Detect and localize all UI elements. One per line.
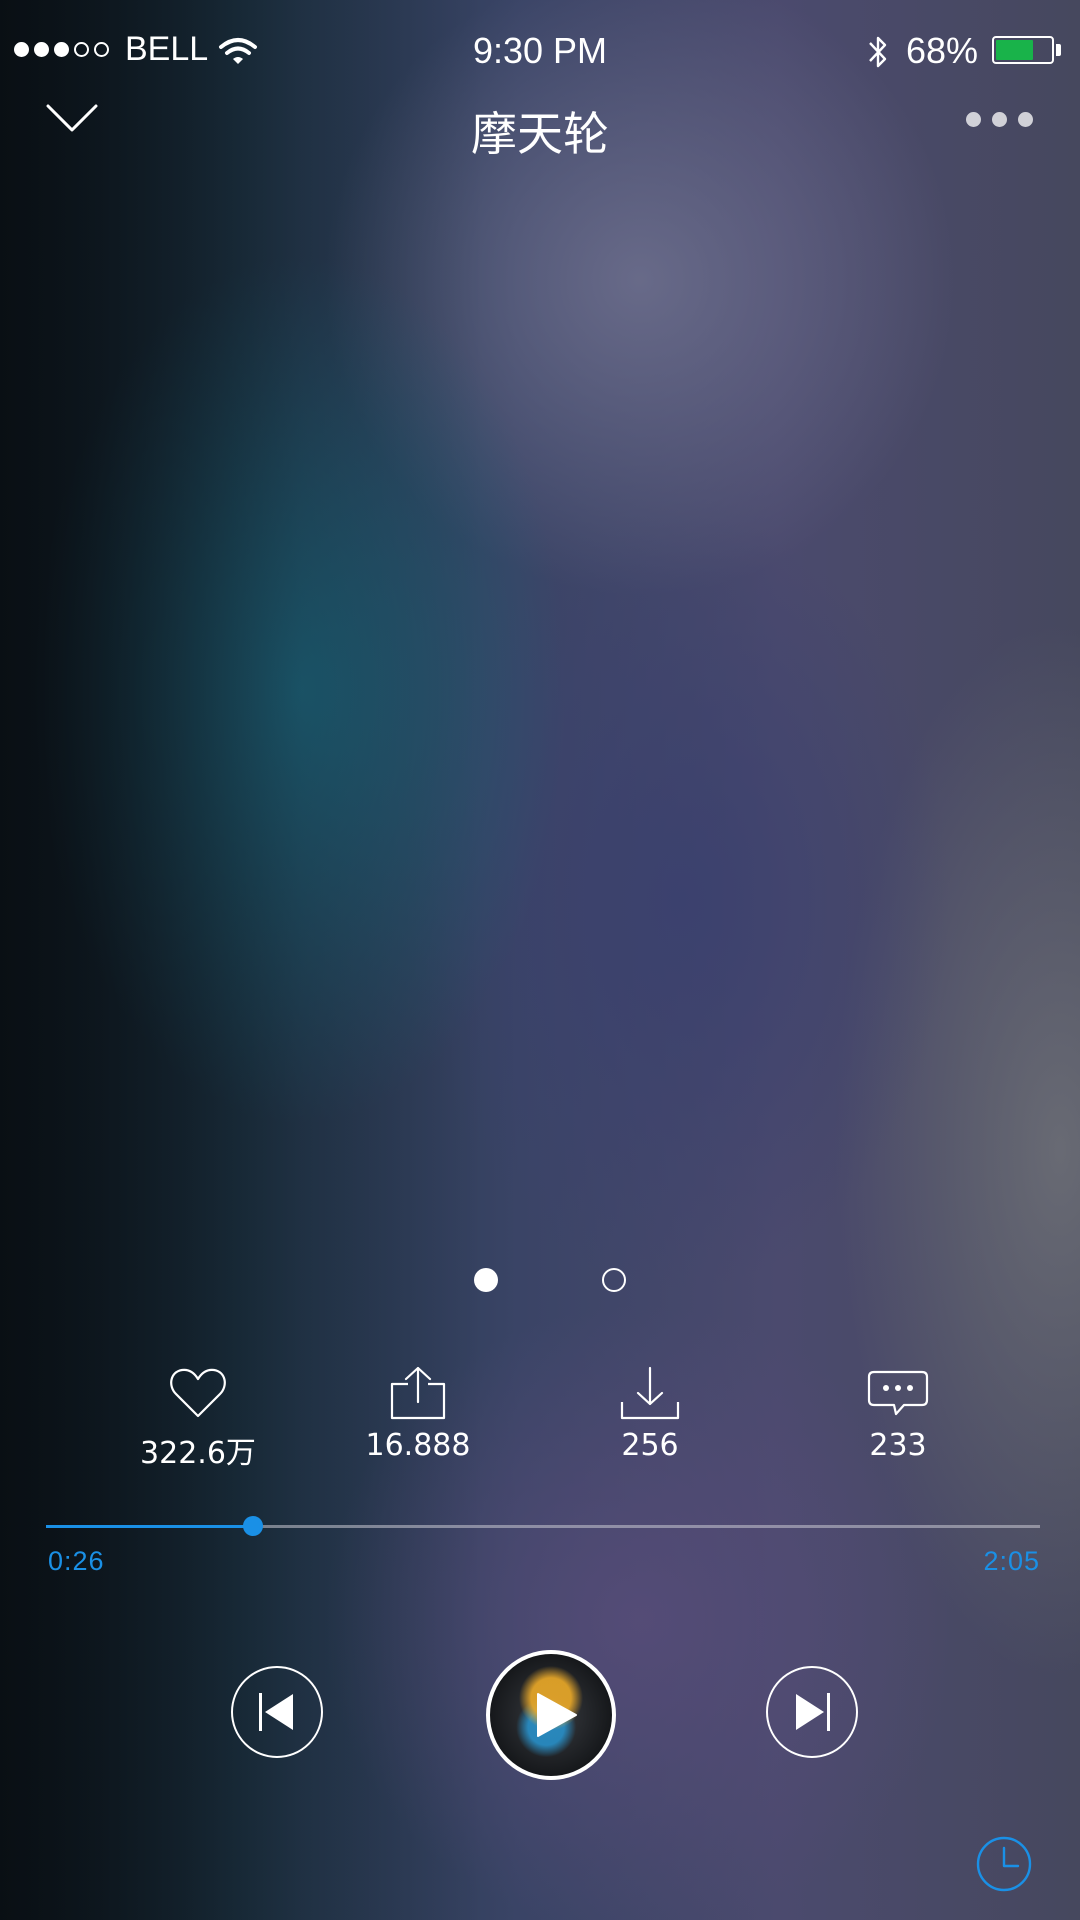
progress-thumb[interactable] [242, 1516, 263, 1536]
download-count: 256 [621, 1428, 679, 1463]
next-icon [796, 1693, 830, 1731]
share-icon [390, 1366, 446, 1420]
battery-percentage: 68% [906, 30, 979, 71]
clock-icon[interactable] [976, 1836, 1032, 1892]
play-button[interactable] [486, 1650, 616, 1780]
battery-cap [1056, 44, 1061, 56]
like-count: 322.6万 [140, 1436, 256, 1471]
song-title: 摩天轮 [471, 107, 609, 161]
previous-button[interactable] [231, 1666, 323, 1758]
page-dot-inactive[interactable] [602, 1268, 626, 1292]
more-dot [966, 112, 981, 127]
progress-played [46, 1525, 253, 1528]
blurred-album-background [0, 0, 1080, 1920]
heart-icon [170, 1368, 226, 1418]
share-count: 16.888 [365, 1428, 471, 1463]
status-bar: BELL 9:30 PM 68% [0, 0, 1080, 100]
more-dot [1018, 112, 1033, 127]
bluetooth-icon [869, 36, 887, 68]
share-button[interactable]: 16.888 [318, 1366, 518, 1463]
current-time: 0:26 [48, 1546, 105, 1576]
comment-count: 233 [869, 1428, 927, 1463]
play-icon [537, 1693, 577, 1737]
page-indicator [472, 1268, 632, 1294]
download-icon [620, 1366, 680, 1420]
previous-icon [259, 1693, 293, 1731]
download-button[interactable]: 256 [550, 1366, 750, 1463]
comment-icon [867, 1370, 929, 1416]
total-time: 2:05 [983, 1546, 1040, 1576]
battery-icon [992, 36, 1054, 64]
more-dot [992, 112, 1007, 127]
comment-button[interactable]: 233 [798, 1366, 998, 1463]
more-options-button[interactable] [966, 112, 1033, 127]
page-dot-active[interactable] [474, 1268, 498, 1292]
battery-level-fill [996, 40, 1033, 60]
like-button[interactable]: 322.6万 [98, 1366, 298, 1472]
progress-slider[interactable] [46, 1516, 1040, 1536]
next-button[interactable] [766, 1666, 858, 1758]
